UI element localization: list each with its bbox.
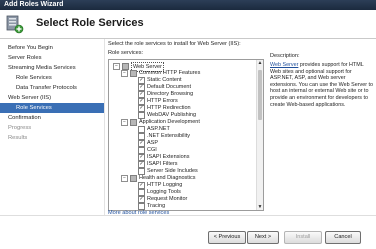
description-text: provides support for HTML Web sites and … [270, 62, 373, 108]
main-content: Select the role services to install for … [106, 39, 376, 216]
sidebar-item-iis-role-services[interactable]: Role Services [0, 103, 104, 113]
sidebar-item-web-server-iis[interactable]: Web Server (IIS) [0, 93, 104, 103]
window-title: Add Roles Wizard [4, 1, 64, 8]
cancel-button[interactable]: Cancel [325, 231, 361, 244]
web-server-link[interactable]: Web Server [270, 62, 298, 68]
tree-item-label: Tracing [147, 203, 166, 209]
sidebar-item-before-you-begin[interactable]: Before You Begin [0, 43, 104, 53]
checkbox[interactable] [138, 203, 145, 210]
server-roles-icon [6, 15, 24, 34]
tree-item[interactable]: Tracing [109, 202, 259, 210]
description-panel: Description: Web Server provides support… [270, 53, 374, 108]
wizard-window: Add Roles Wizard Select Role Services Be… [0, 0, 376, 249]
scroll-thumb[interactable] [258, 70, 262, 120]
role-services-tree[interactable]: − Web Server − Common HTTP Features ✓ Static … [108, 59, 264, 211]
instruction-text: Select the role services to install for … [108, 41, 241, 47]
role-services-label: Role services: [108, 50, 144, 56]
wizard-header: Select Role Services [0, 10, 376, 39]
description-body: Web Server provides support for HTML Web… [270, 62, 374, 108]
sidebar-item-server-roles[interactable]: Server Roles [0, 53, 104, 63]
sidebar-item-results: Results [8, 135, 28, 141]
description-heading: Description: [270, 53, 300, 59]
sidebar-item-streaming-media-services[interactable]: Streaming Media Services [0, 63, 104, 73]
sidebar-item-progress: Progress [8, 125, 32, 131]
sidebar-item-data-transfer-protocols[interactable]: Data Transfer Protocols [0, 83, 104, 93]
previous-button[interactable]: < Previous [208, 231, 246, 244]
sidebar-item-confirmation[interactable]: Confirmation [0, 113, 104, 123]
wizard-steps-sidebar: Before You Begin Server Roles Streaming … [0, 39, 105, 215]
scroll-up-arrow-icon[interactable]: ▲ [257, 60, 263, 66]
next-button[interactable]: Next > [247, 231, 279, 244]
wizard-footer: < Previous Next > Install Cancel [0, 215, 376, 249]
scroll-down-arrow-icon[interactable]: ▼ [257, 204, 263, 210]
tree-scrollbar[interactable]: ▲ ▼ [256, 60, 263, 210]
page-title: Select Role Services [36, 17, 144, 29]
sidebar-item-streaming-role-services[interactable]: Role Services [0, 73, 104, 83]
title-bar: Add Roles Wizard [0, 0, 376, 10]
install-button[interactable]: Install [284, 231, 322, 244]
